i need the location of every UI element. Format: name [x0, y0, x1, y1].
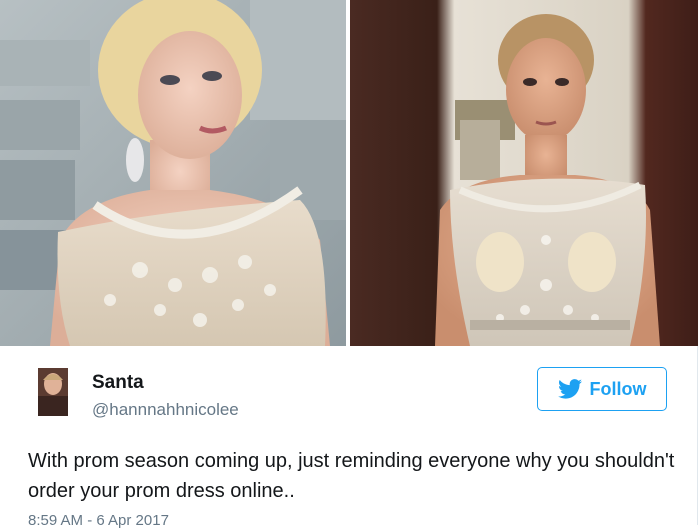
follow-button[interactable]: Follow: [537, 367, 667, 411]
display-name[interactable]: Santa: [92, 372, 144, 394]
twitter-bird-icon: [557, 379, 582, 399]
tweet-timestamp[interactable]: 8:59 AM - 6 Apr 2017: [28, 512, 169, 529]
follow-label: Follow: [589, 378, 647, 399]
screen-name[interactable]: @hannnahhnicolee: [92, 400, 239, 420]
model-photo[interactable]: [0, 0, 346, 346]
customer-photo[interactable]: [350, 0, 698, 346]
tweet-text: With prom season coming up, just remindi…: [28, 450, 675, 502]
tweet-media[interactable]: [0, 0, 698, 346]
avatar-icon[interactable]: [38, 368, 68, 416]
tweet-card: Santa @hannnahhnicolee Follow With prom …: [0, 0, 698, 529]
